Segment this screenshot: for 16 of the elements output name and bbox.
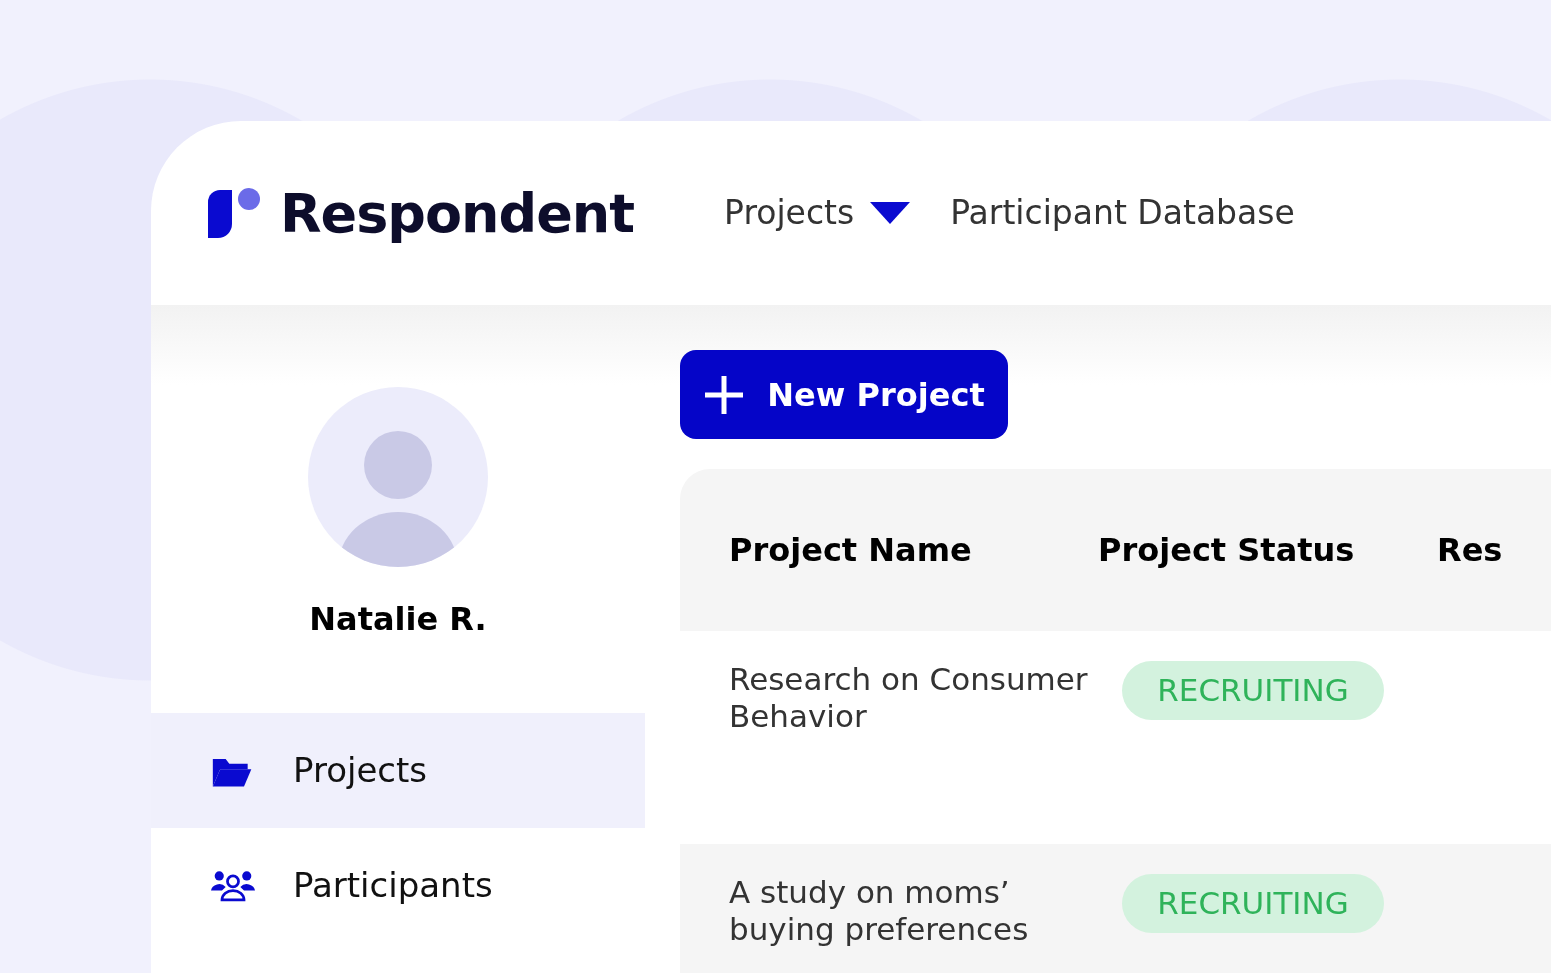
caret-icon (870, 202, 911, 224)
column-header: Res (1437, 530, 1503, 571)
table-cell-text: A study on moms’ buying preferences (729, 874, 1030, 949)
table-cell-text: Research on Consumer Behavior (729, 661, 1089, 736)
sidebar-item[interactable]: Projects (151, 713, 645, 828)
status-badge: RECRUITING (1122, 874, 1384, 933)
brand-name: Respondent (280, 180, 635, 247)
user-name: Natalie R. (309, 599, 487, 640)
logo-icon (208, 188, 260, 238)
status-badge: RECRUITING (1122, 661, 1384, 720)
column-header: Project Status (1098, 530, 1356, 571)
nav-link[interactable]: Projects (724, 188, 911, 238)
plus-icon (703, 373, 746, 416)
new-project-button[interactable]: New Project (680, 350, 1008, 439)
column-header: Project Name (728, 530, 973, 571)
nav-link[interactable]: Participant Database (950, 188, 1295, 238)
